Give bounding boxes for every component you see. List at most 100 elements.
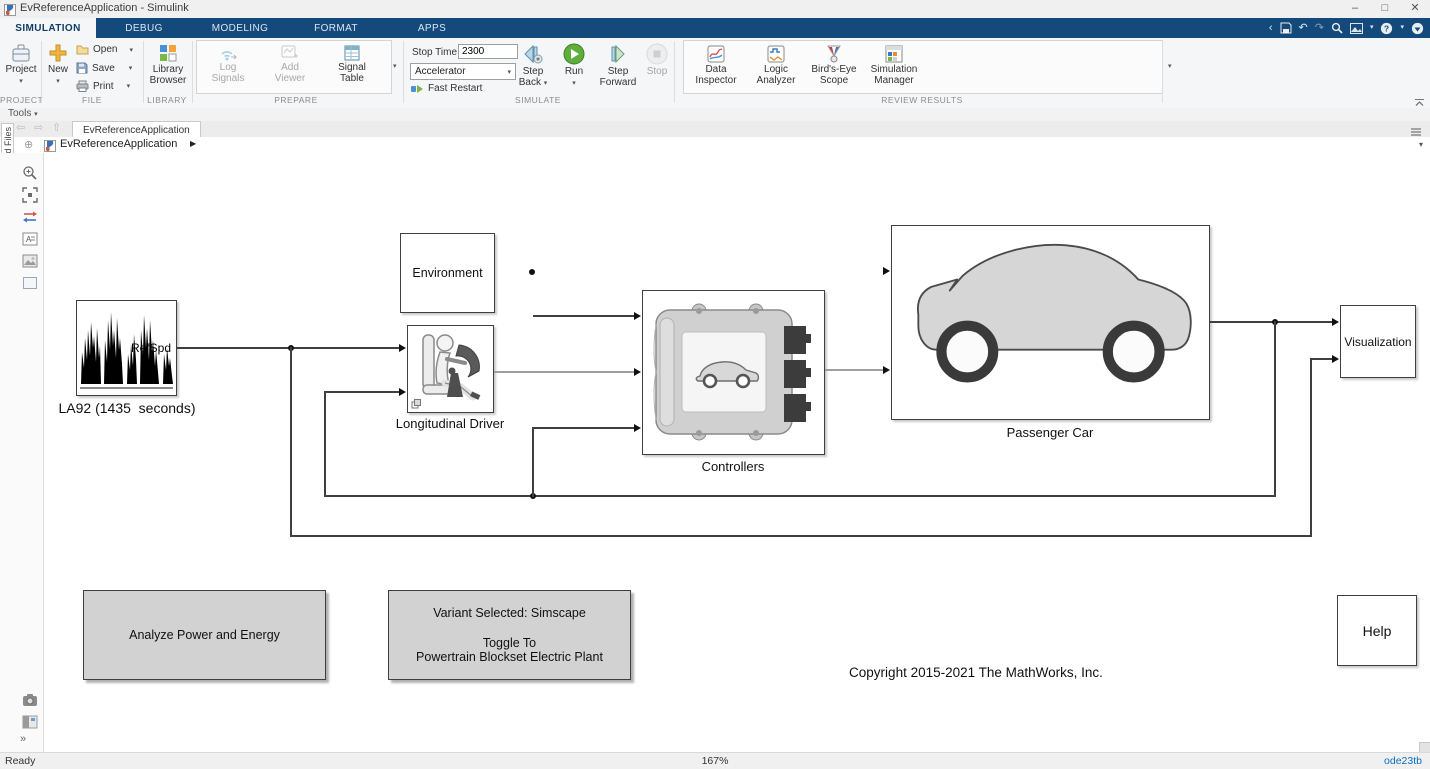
- open-button[interactable]: Open ▾: [76, 44, 133, 55]
- block-longitudinal-driver[interactable]: [407, 325, 494, 413]
- breadcrumb-model-name[interactable]: EvReferenceApplication: [60, 138, 177, 150]
- signal-compare-tool-icon[interactable]: [21, 208, 39, 226]
- qat-search-icon[interactable]: [1331, 22, 1343, 34]
- copyright-annotation[interactable]: Copyright 2015-2021 The MathWorks, Inc.: [776, 665, 1176, 680]
- block-label-passenger-car[interactable]: Passenger Car: [960, 425, 1140, 440]
- model-tab[interactable]: EvReferenceApplication: [72, 121, 201, 138]
- block-variant-toggle[interactable]: Variant Selected: Simscape Toggle To Pow…: [388, 590, 631, 680]
- wire-segment[interactable]: [325, 495, 1276, 497]
- wire-segment[interactable]: [1274, 321, 1276, 497]
- fit-to-view-tool-icon[interactable]: [21, 186, 39, 204]
- status-bar: Ready 167% ode23tb: [0, 752, 1430, 769]
- maximize-button[interactable]: □: [1370, 0, 1400, 18]
- run-button[interactable]: Run ▾: [558, 42, 590, 89]
- block-analyze-power-energy[interactable]: Analyze Power and Energy: [83, 590, 326, 680]
- annotation-tool-icon[interactable]: A: [21, 230, 39, 248]
- minimize-button[interactable]: –: [1340, 0, 1370, 18]
- step-forward-button[interactable]: Step Forward: [598, 42, 638, 88]
- run-icon: [562, 42, 586, 66]
- wire-segment[interactable]: [494, 371, 635, 373]
- qat-save-icon[interactable]: [1280, 22, 1292, 34]
- simulation-manager-button[interactable]: Simulation Manager: [866, 44, 922, 86]
- logic-analyzer-button[interactable]: Logic Analyzer: [750, 44, 802, 86]
- birds-eye-scope-button[interactable]: Bird's-Eye Scope: [808, 44, 860, 86]
- model-browser-icon[interactable]: [21, 713, 39, 731]
- add-viewer-button[interactable]: Add Viewer: [266, 44, 314, 84]
- expand-all-icon[interactable]: ⊕: [24, 138, 33, 151]
- fast-restart-toggle[interactable]: Fast Restart: [411, 83, 482, 94]
- qat-help-icon[interactable]: ?: [1380, 22, 1393, 35]
- prepare-gallery-expand-icon[interactable]: ▾: [393, 62, 397, 70]
- simulation-mode-select[interactable]: Accelerator▾: [410, 63, 516, 80]
- add-viewer-icon: [280, 44, 300, 62]
- expand-palette-chevrons[interactable]: »: [20, 733, 26, 745]
- wire-segment[interactable]: [1310, 358, 1334, 360]
- block-label-drive-cycle[interactable]: LA92 (1435 seconds): [27, 400, 227, 416]
- qat-account-icon[interactable]: [1411, 22, 1424, 35]
- step-back-button[interactable]: Step Back ▾: [514, 42, 552, 89]
- wire-segment[interactable]: [533, 315, 635, 317]
- block-label-controllers[interactable]: Controllers: [643, 459, 823, 474]
- simulation-manager-icon: [884, 44, 904, 64]
- block-drive-cycle[interactable]: RefSpd: [76, 300, 177, 396]
- branch-point: [529, 269, 535, 275]
- nav-forward-icon[interactable]: ⇨: [34, 121, 43, 136]
- new-button[interactable]: New ▾: [45, 42, 71, 87]
- tools-menu[interactable]: Tools ▾: [8, 108, 38, 119]
- window-title: EvReferenceApplication - Simulink: [20, 2, 189, 14]
- qat-help-caret-icon[interactable]: ▾: [1400, 18, 1404, 38]
- chevron-down-icon: ▾: [127, 82, 131, 90]
- qat-overflow-chevron-icon[interactable]: ‹: [1269, 18, 1273, 38]
- wire-segment[interactable]: [290, 535, 1312, 537]
- wire-segment[interactable]: [324, 391, 326, 497]
- variant-line-2: Toggle To: [483, 636, 536, 650]
- tab-simulation[interactable]: SIMULATION: [0, 18, 96, 38]
- viewmarks-camera-icon[interactable]: [21, 691, 39, 709]
- input-port-arrow: [399, 344, 406, 352]
- wire-segment[interactable]: [1310, 358, 1312, 537]
- solver-name[interactable]: ode23tb: [1384, 755, 1422, 767]
- data-inspector-button[interactable]: Data Inspector: [690, 44, 742, 86]
- signal-table-button[interactable]: Signal Table: [328, 44, 376, 84]
- output-port-label: RefSpd: [131, 341, 171, 355]
- qat-screenshot-icon[interactable]: [1350, 23, 1363, 34]
- qat-screenshot-caret-icon[interactable]: ▾: [1370, 18, 1374, 38]
- wire-segment[interactable]: [290, 347, 292, 537]
- image-tool-icon[interactable]: [21, 252, 39, 270]
- block-passenger-car[interactable]: [891, 225, 1210, 420]
- wire-segment[interactable]: [532, 427, 534, 497]
- breadcrumb-arrow-icon: ▶: [190, 139, 196, 148]
- area-box-tool-icon[interactable]: [21, 274, 39, 292]
- stop-time-input[interactable]: [458, 44, 518, 59]
- block-environment[interactable]: Environment: [400, 233, 495, 313]
- input-port-arrow: [1332, 355, 1339, 363]
- zoom-in-tool-icon[interactable]: [21, 164, 39, 182]
- review-gallery-expand-icon[interactable]: ▾: [1168, 62, 1172, 70]
- save-disk-icon: [76, 62, 88, 74]
- stop-button[interactable]: Stop: [644, 42, 670, 77]
- block-controllers[interactable]: [642, 290, 825, 455]
- qat-undo-icon[interactable]: ↶: [1299, 18, 1308, 38]
- project-button[interactable]: Project ▾: [4, 42, 38, 87]
- nav-up-icon[interactable]: ⇧: [52, 121, 61, 136]
- block-label-longitudinal-driver[interactable]: Longitudinal Driver: [360, 416, 540, 431]
- breadcrumb-dropdown-icon[interactable]: ▾: [1419, 140, 1423, 149]
- library-browser-button[interactable]: Library Browser: [147, 42, 189, 86]
- qat-redo-icon[interactable]: ↷: [1315, 18, 1324, 38]
- wire-segment[interactable]: [325, 391, 399, 393]
- close-button[interactable]: ✕: [1400, 0, 1430, 18]
- car-graphic: [898, 229, 1203, 415]
- wire-segment[interactable]: [533, 427, 635, 429]
- tab-modeling[interactable]: MODELING: [192, 18, 288, 38]
- save-button[interactable]: Save ▾: [76, 62, 132, 74]
- log-signals-button[interactable]: Log Signals: [204, 44, 252, 84]
- block-visualization[interactable]: Visualization: [1340, 305, 1416, 378]
- breadcrumb: ⊕ EvReferenceApplication ▶ ▾: [0, 137, 1430, 154]
- wire-segment[interactable]: [825, 369, 884, 371]
- tab-debug[interactable]: DEBUG: [96, 18, 192, 38]
- print-button[interactable]: Print ▾: [76, 80, 130, 92]
- tab-format[interactable]: FORMAT: [288, 18, 384, 38]
- block-help[interactable]: Help: [1337, 595, 1417, 666]
- tab-apps[interactable]: APPS: [384, 18, 480, 38]
- nav-back-icon[interactable]: ⇦: [16, 121, 25, 136]
